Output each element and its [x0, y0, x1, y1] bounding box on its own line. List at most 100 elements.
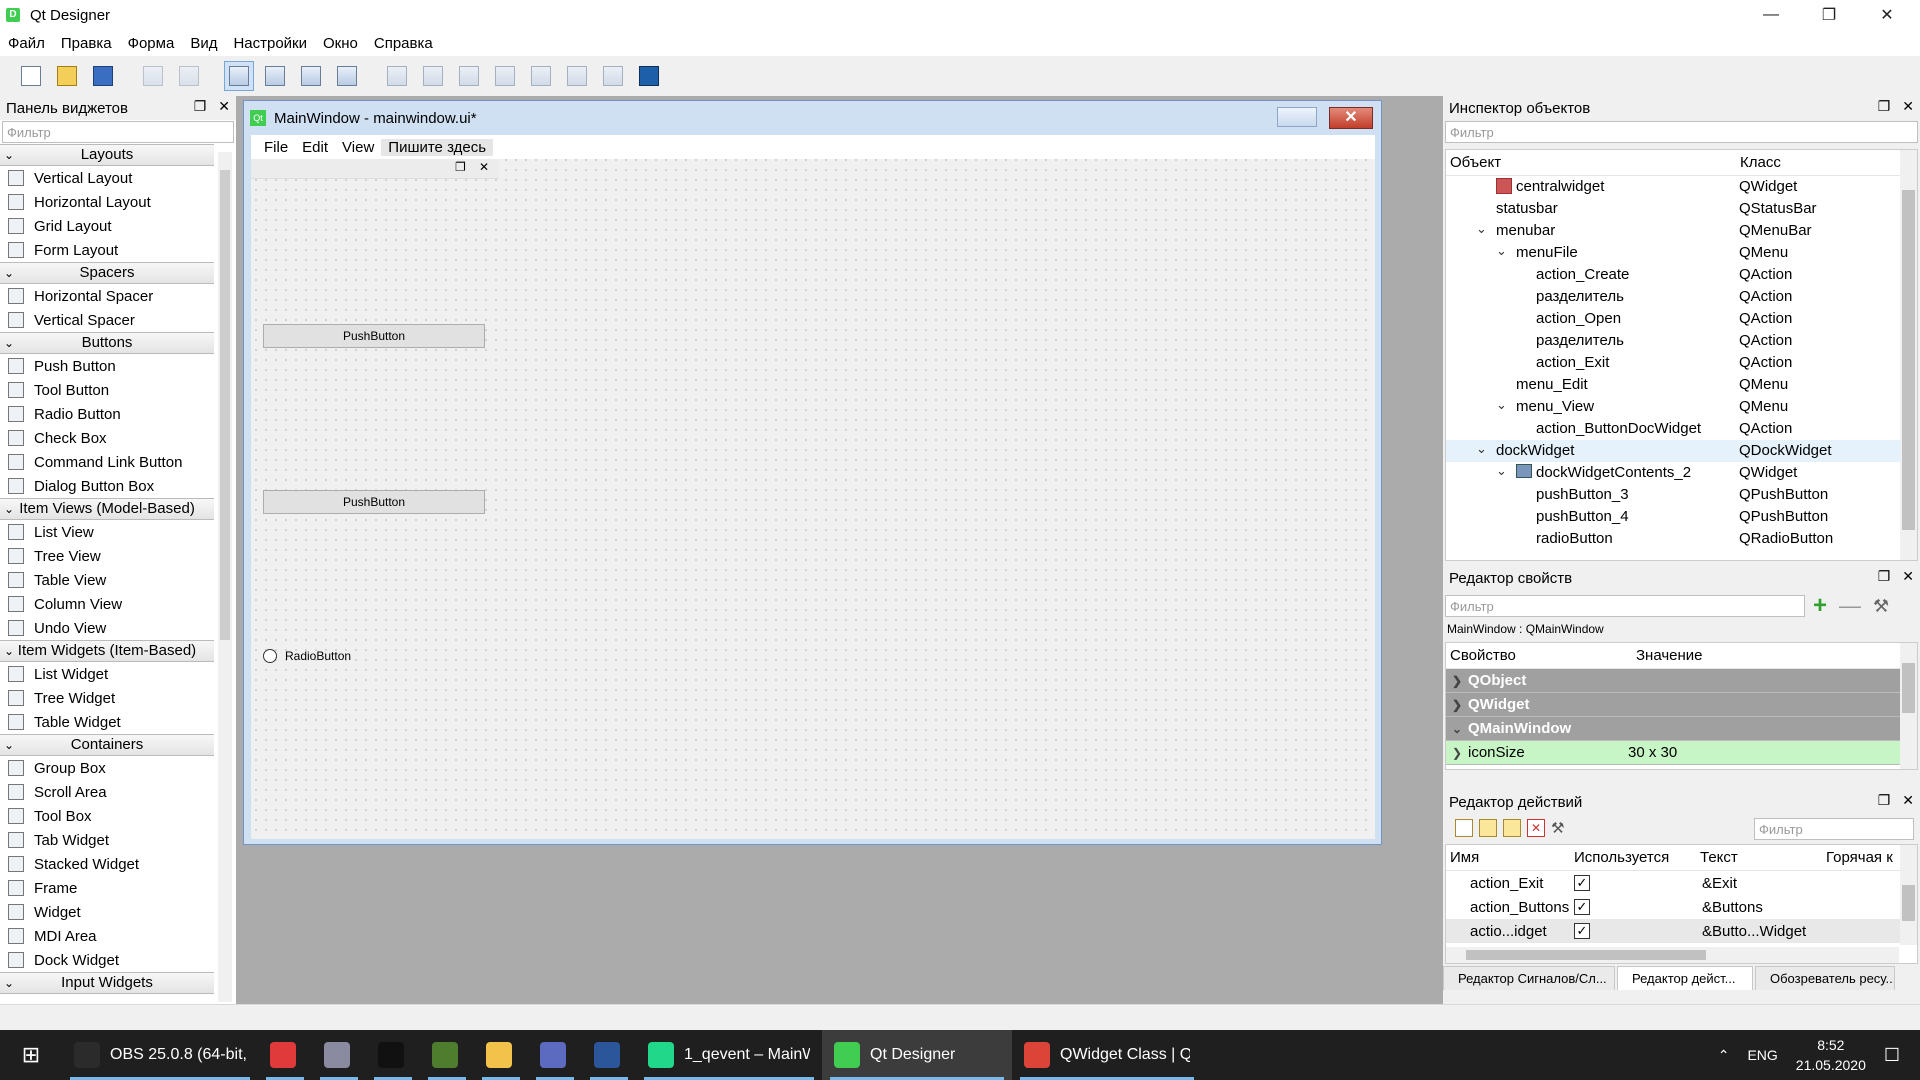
menu-form[interactable]: Форма [120, 35, 183, 52]
tab-signal-slot-editor[interactable]: Редактор Сигналов/Сл... [1443, 966, 1615, 990]
menu-edit[interactable]: Правка [53, 35, 120, 52]
close-icon[interactable]: ✕ [1902, 568, 1914, 585]
object-row[interactable]: ⌄ menuFile QMenu [1446, 242, 1917, 264]
widget-item[interactable]: Column View [0, 592, 214, 616]
object-row[interactable]: разделитель QAction [1446, 286, 1917, 308]
layout-form-icon[interactable] [562, 61, 592, 91]
object-row[interactable]: radioButton QRadioButton [1446, 528, 1917, 550]
category-header[interactable]: ⌄ Containers [0, 734, 214, 756]
object-row[interactable]: разделитель QAction [1446, 330, 1917, 352]
expand-arrow-icon[interactable]: ⌄ [1496, 243, 1507, 259]
action-row[interactable]: action_Exit ✓ &Exit [1446, 871, 1917, 895]
used-checkbox[interactable]: ✓ [1574, 875, 1590, 891]
float-icon[interactable]: ❐ [1878, 568, 1891, 585]
widget-item[interactable]: List Widget [0, 662, 214, 686]
object-row[interactable]: centralwidget QWidget [1446, 176, 1917, 198]
col-text[interactable]: Текст [1696, 849, 1822, 866]
new-action-icon[interactable] [1455, 819, 1473, 837]
paste-icon[interactable] [174, 61, 204, 91]
group-qwidget[interactable]: ❯ QWidget [1446, 693, 1917, 717]
category-header[interactable]: ⌄ Layouts [0, 144, 214, 166]
widget-item[interactable]: Tool Box [0, 804, 214, 828]
object-row[interactable]: pushButton_4 QPushButton [1446, 506, 1917, 528]
action-vscrollbar[interactable] [1900, 845, 1917, 945]
form-minimize-button[interactable] [1277, 107, 1317, 127]
form-menu-type-here[interactable]: Пишите здесь [381, 138, 494, 156]
form-menu-view[interactable]: View [335, 139, 381, 156]
delete-action-icon[interactable]: ✕ [1527, 819, 1545, 837]
edit-buddies-icon[interactable] [296, 61, 326, 91]
add-property-icon[interactable]: + [1813, 592, 1827, 620]
break-layout-icon[interactable] [598, 61, 628, 91]
layout-horizontal-icon[interactable] [382, 61, 412, 91]
widget-item[interactable]: Command Link Button [0, 450, 214, 474]
expand-arrow-icon[interactable]: ⌄ [1476, 221, 1487, 237]
menu-help[interactable]: Справка [366, 35, 441, 52]
edit-tab-order-icon[interactable] [332, 61, 362, 91]
widget-item[interactable]: Tab Widget [0, 828, 214, 852]
widget-item[interactable]: Tree Widget [0, 686, 214, 710]
object-filter-input[interactable]: Фильтр [1445, 121, 1918, 143]
menu-settings[interactable]: Настройки [225, 35, 315, 52]
object-row[interactable]: menu_Edit QMenu [1446, 374, 1917, 396]
taskbar-app[interactable] [582, 1030, 636, 1080]
edit-widgets-icon[interactable] [224, 61, 254, 91]
float-icon[interactable]: ❐ [1878, 792, 1891, 809]
form-close-button[interactable]: ✕ [1329, 107, 1373, 129]
configure-icon[interactable]: ⚒ [1551, 819, 1569, 837]
col-shortcut[interactable]: Горячая к [1822, 849, 1893, 866]
object-tree-scrollbar[interactable] [1900, 150, 1917, 560]
taskbar-app[interactable] [474, 1030, 528, 1080]
copy-action-icon[interactable] [1479, 819, 1497, 837]
tab-resource-browser[interactable]: Обозреватель ресу... [1755, 966, 1895, 990]
used-checkbox[interactable]: ✓ [1574, 899, 1590, 915]
property-row-iconsize[interactable]: ❯ iconSize 30 x 30 [1446, 741, 1917, 765]
close-icon[interactable]: ✕ [218, 98, 230, 115]
widget-filter-input[interactable]: Фильтр [2, 121, 234, 143]
taskbar-app[interactable]: 1_qevent – MainWi... [636, 1030, 822, 1080]
widget-item[interactable]: Check Box [0, 426, 214, 450]
col-name[interactable]: Имя [1446, 849, 1570, 866]
widget-item[interactable]: Horizontal Spacer [0, 284, 214, 308]
language-indicator[interactable]: ENG [1747, 1047, 1777, 1063]
layout-grid-icon[interactable] [526, 61, 556, 91]
widget-item[interactable]: Horizontal Layout [0, 190, 214, 214]
form-menu-file[interactable]: File [257, 139, 295, 156]
widget-item[interactable]: Tree View [0, 544, 214, 568]
notifications-icon[interactable]: ☐ [1884, 1045, 1900, 1066]
widget-item[interactable]: Frame [0, 876, 214, 900]
object-row[interactable]: action_Exit QAction [1446, 352, 1917, 374]
layout-h-splitter-icon[interactable] [454, 61, 484, 91]
push-button-4[interactable]: PushButton [263, 490, 485, 514]
widget-item[interactable]: Form Layout [0, 238, 214, 262]
restore-button[interactable]: ❐ [1800, 0, 1858, 30]
group-qmainwindow[interactable]: ⌄ QMainWindow [1446, 717, 1917, 741]
paste-action-icon[interactable] [1503, 819, 1521, 837]
expand-arrow-icon[interactable]: ⌄ [1496, 397, 1507, 413]
minimize-button[interactable]: — [1742, 0, 1800, 30]
object-row[interactable]: action_Create QAction [1446, 264, 1917, 286]
widget-item[interactable]: Dock Widget [0, 948, 214, 972]
dock-float-icon[interactable]: ❐ [455, 160, 466, 174]
object-row[interactable]: statusbar QStatusBar [1446, 198, 1917, 220]
form-menu-edit[interactable]: Edit [295, 139, 335, 156]
taskbar-app[interactable] [258, 1030, 312, 1080]
copy-icon[interactable] [138, 61, 168, 91]
object-row[interactable]: action_Open QAction [1446, 308, 1917, 330]
category-header[interactable]: ⌄ Item Widgets (Item-Based) [0, 640, 214, 662]
used-checkbox[interactable]: ✓ [1574, 923, 1590, 939]
action-hscrollbar[interactable] [1446, 947, 1899, 963]
category-header[interactable]: ⌄ Item Views (Model-Based) [0, 498, 214, 520]
category-header[interactable]: ⌄ Input Widgets [0, 972, 214, 994]
object-row[interactable]: action_ButtonDocWidget QAction [1446, 418, 1917, 440]
adjust-size-icon[interactable] [634, 61, 664, 91]
expand-arrow-icon[interactable]: ⌄ [1476, 441, 1487, 457]
menu-window[interactable]: Окно [315, 35, 366, 52]
widget-box-scrollbar[interactable] [218, 152, 232, 1002]
widget-item[interactable]: Dialog Button Box [0, 474, 214, 498]
col-object[interactable]: Объект [1446, 154, 1736, 171]
widget-item[interactable]: Tool Button [0, 378, 214, 402]
widget-item[interactable]: Widget [0, 900, 214, 924]
expand-arrow-icon[interactable]: ⌄ [1496, 463, 1507, 479]
widget-item[interactable]: Radio Button [0, 402, 214, 426]
